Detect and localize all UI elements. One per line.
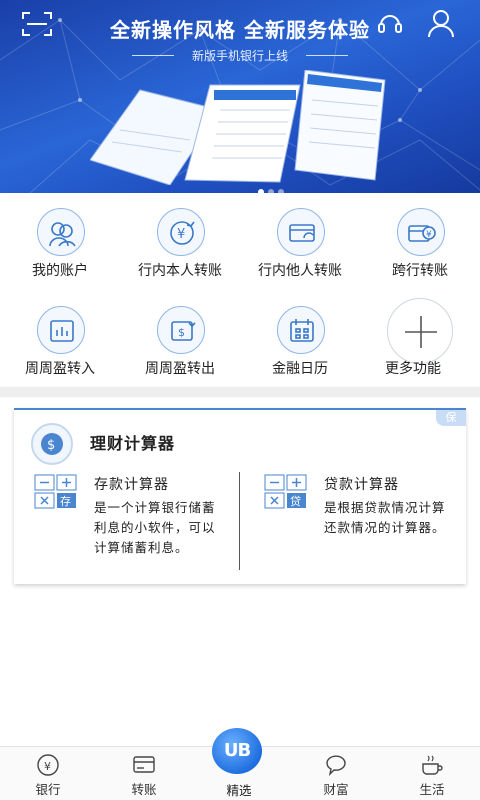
fund-out-icon: $ <box>157 306 205 354</box>
function-label: 行内他人转账 <box>258 263 342 279</box>
loan-calculator-icon: 贷 <box>264 474 307 509</box>
banner-pagination <box>258 180 288 193</box>
pagination-dot-active[interactable] <box>258 189 264 193</box>
section-divider <box>0 387 480 397</box>
deposit-tag: 存 <box>60 494 71 508</box>
transfer-icon <box>133 756 155 773</box>
function-label: 跨行转账 <box>392 263 448 279</box>
ub-logo-icon: UB <box>212 728 262 774</box>
function-fund-in[interactable]: 周周盈转入 <box>0 298 120 388</box>
nav-label: 生活 <box>419 782 445 797</box>
plus-icon <box>387 298 453 364</box>
deposit-calculator-desc: 是一个计算银行储蓄利息的小软件，可以计算储蓄利息。 <box>94 500 216 555</box>
function-fund-out[interactable]: $ 周周盈转出 <box>120 298 240 388</box>
svg-text:¥: ¥ <box>426 230 432 240</box>
svg-text:$: $ <box>47 438 55 453</box>
vertical-separator <box>239 472 240 570</box>
insurance-badge: 保 <box>436 410 466 426</box>
function-my-account[interactable]: 我的账户 <box>0 200 120 290</box>
finance-calculator-card: 保 $ 理财计算器 存 存款计算器 是一个计算银行储蓄利息的小软件，可以计算储蓄… <box>14 408 466 584</box>
function-label: 我的账户 <box>32 263 88 279</box>
pagination-dot[interactable] <box>278 189 284 193</box>
account-icon <box>37 208 85 256</box>
banner-phone-mockups <box>90 70 386 185</box>
function-label: 周周盈转出 <box>145 361 215 377</box>
svg-text:¥: ¥ <box>44 760 51 773</box>
nav-label: 财富 <box>323 782 349 797</box>
svg-text:¥: ¥ <box>177 227 185 242</box>
wealth-icon <box>326 755 346 777</box>
function-others-transfer[interactable]: 行内他人转账 <box>240 200 360 290</box>
self-transfer-icon: ¥ <box>157 208 205 256</box>
function-grid: 我的账户 ¥ 行内本人转账 行内他人转账 ¥ 跨行转账 周周盈转入 $ 周周盈转… <box>0 200 480 386</box>
function-label: 行内本人转账 <box>138 263 222 279</box>
nav-life[interactable]: 生活 <box>384 747 480 800</box>
function-label: 金融日历 <box>272 361 328 377</box>
calculator-title: 理财计算器 <box>90 434 176 453</box>
fund-in-icon <box>37 306 85 354</box>
bank-icon: ¥ <box>37 754 59 776</box>
function-interbank-transfer[interactable]: ¥ 跨行转账 <box>360 200 480 290</box>
interbank-transfer-icon: ¥ <box>397 208 445 256</box>
deposit-calculator-icon: 存 <box>34 474 77 509</box>
function-self-transfer[interactable]: ¥ 行内本人转账 <box>120 200 240 290</box>
loan-calculator-desc: 是根据贷款情况计算还款情况的计算器。 <box>324 500 446 535</box>
dollar-coin-icon: $ <box>31 423 73 465</box>
promo-banner[interactable]: 全新操作风格 全新服务体验 新版手机银行上线 <box>0 0 480 193</box>
headset-icon[interactable] <box>376 10 404 38</box>
nav-label: 银行 <box>35 782 61 797</box>
loan-calculator-title: 贷款计算器 <box>324 477 399 493</box>
nav-featured[interactable]: UB 精选 <box>208 728 270 798</box>
pagination-dot[interactable] <box>268 189 274 193</box>
banner-subtitle: 新版手机银行上线 <box>191 49 288 63</box>
nav-label: 转账 <box>131 782 157 797</box>
nav-wealth[interactable]: 财富 <box>288 747 384 800</box>
function-label: 周周盈转入 <box>25 361 95 377</box>
banner-title: 全新操作风格 全新服务体验 <box>110 18 370 42</box>
user-profile-icon[interactable] <box>426 8 456 38</box>
loan-tag: 贷 <box>290 494 301 508</box>
function-label: 更多功能 <box>385 361 441 377</box>
function-calendar[interactable]: 金融日历 <box>240 298 360 388</box>
nav-bank[interactable]: ¥ 银行 <box>0 747 96 800</box>
life-icon <box>422 755 443 775</box>
function-more[interactable]: 更多功能 <box>353 298 473 388</box>
card-transfer-icon <box>277 208 325 256</box>
deposit-calculator-title: 存款计算器 <box>94 477 169 493</box>
svg-text:$: $ <box>178 326 185 339</box>
calendar-icon <box>277 306 325 354</box>
nav-label: 精选 <box>226 783 252 798</box>
nav-transfer[interactable]: 转账 <box>96 747 192 800</box>
